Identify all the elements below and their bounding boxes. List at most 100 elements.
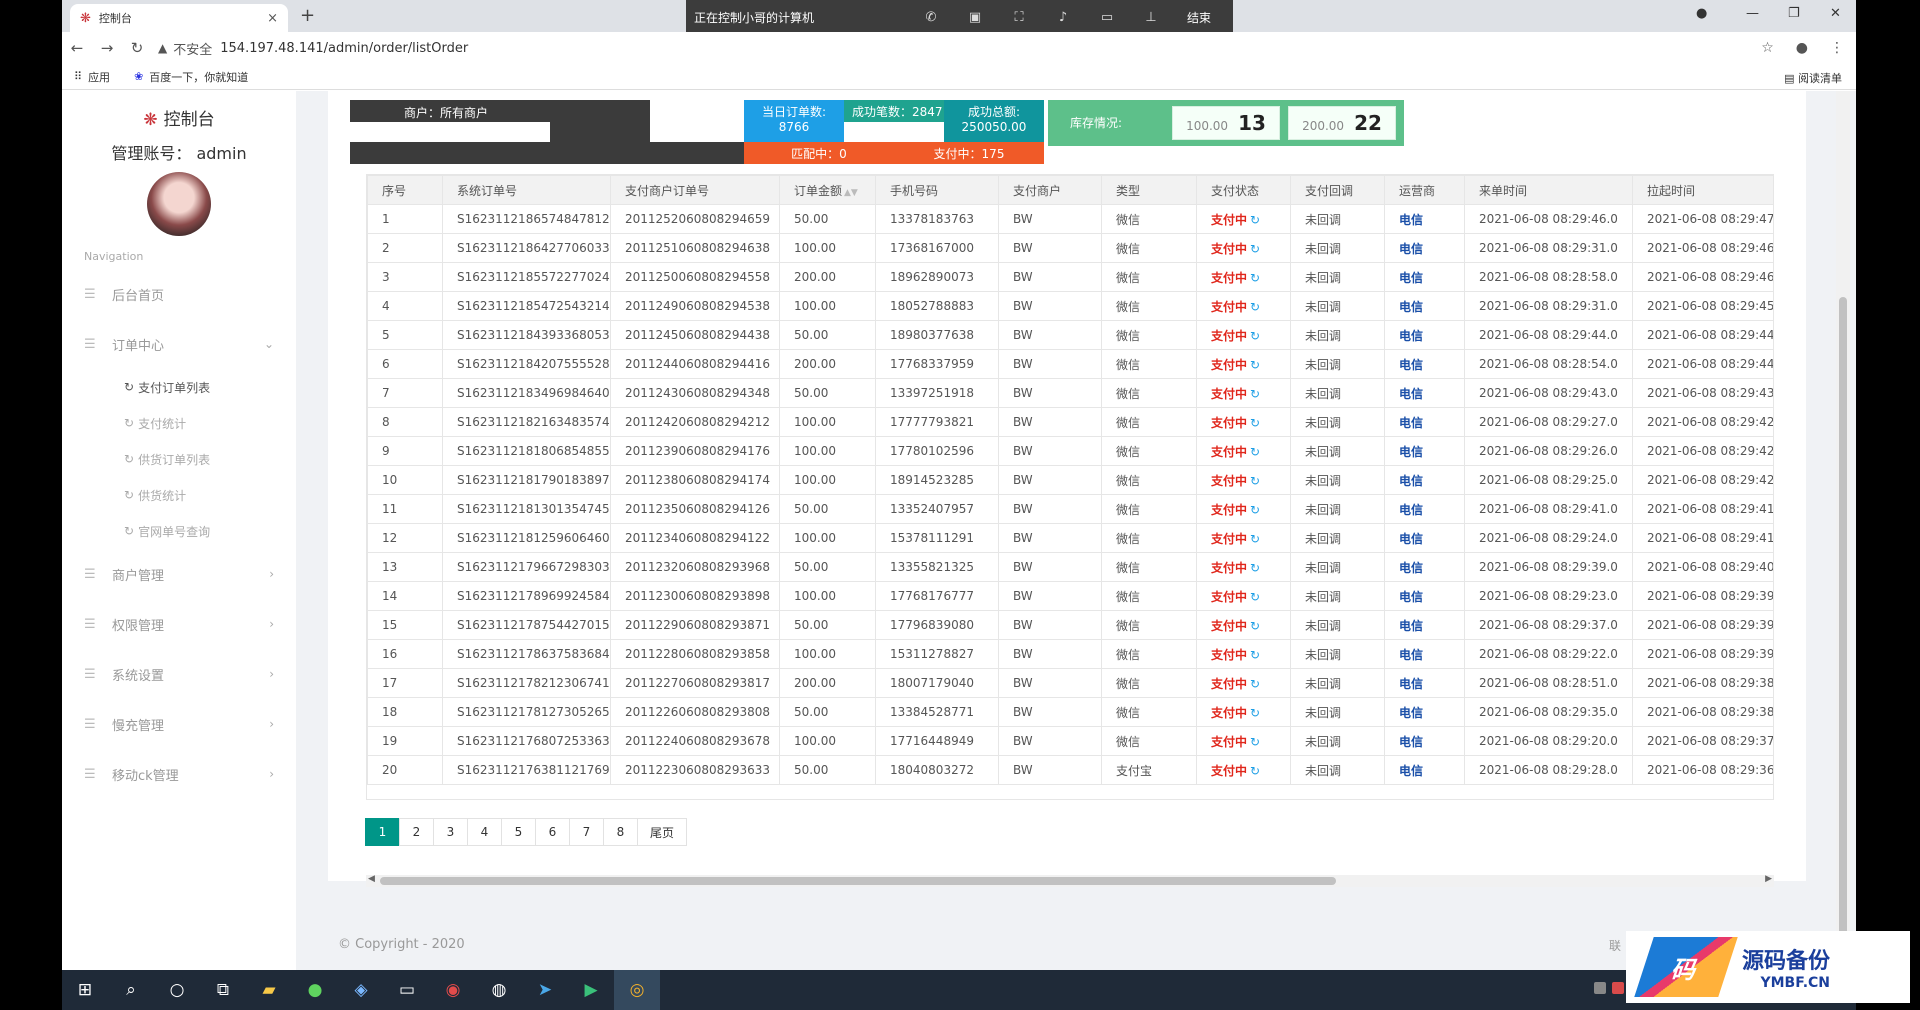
sidebar-item-orders[interactable]: ☰ 订单中心 ⌄ — [62, 319, 296, 369]
screen-icon[interactable]: ▭ — [1085, 10, 1129, 25]
vertical-scrollbar[interactable] — [1836, 91, 1850, 970]
page-button-1[interactable]: 1 — [365, 818, 400, 846]
sidebar-item-slow-charge[interactable]: ☰ 慢充管理 › — [62, 699, 296, 749]
volume-icon[interactable]: ♪ — [1041, 10, 1085, 25]
vertical-scroll-thumb[interactable] — [1839, 297, 1847, 937]
table-row[interactable]: 19 S1623112176807253363 201122406080829367… — [367, 726, 1773, 756]
table-row[interactable]: 15 S1623112178754427015 201122906080829387… — [367, 610, 1773, 640]
bookmark-apps[interactable]: ⠿ 应用 — [74, 69, 110, 85]
refresh-status-icon[interactable]: ↻ — [1250, 619, 1260, 633]
fullscreen-icon[interactable]: ⛶ — [997, 10, 1041, 25]
refresh-status-icon[interactable]: ↻ — [1250, 271, 1260, 285]
refresh-status-icon[interactable]: ↻ — [1250, 445, 1260, 459]
refresh-status-icon[interactable]: ↻ — [1250, 764, 1260, 778]
submenu-supply-order-list[interactable]: ↻ 供货订单列表 — [62, 441, 296, 477]
column-header[interactable]: 类型 — [1101, 175, 1197, 205]
reading-list[interactable]: ▤ 阅读清单 — [1784, 70, 1842, 86]
play-icon[interactable]: ▶ — [568, 970, 614, 1010]
submenu-pay-stats[interactable]: ↻ 支付统计 — [62, 405, 296, 441]
column-header[interactable]: 订单金额 ▲▼ — [779, 175, 876, 205]
refresh-status-icon[interactable]: ↻ — [1250, 648, 1260, 662]
page-button-6[interactable]: 6 — [535, 818, 570, 846]
bookmark-baidu[interactable]: ❀ 百度一下，你就知道 — [134, 69, 248, 85]
table-row[interactable]: 20 S1623112176381121769 201122306080829363… — [367, 755, 1773, 785]
scroll-right-icon[interactable]: ▶ — [1765, 874, 1772, 884]
refresh-status-icon[interactable]: ↻ — [1250, 213, 1260, 227]
refresh-status-icon[interactable]: ↻ — [1250, 590, 1260, 604]
back-icon[interactable]: ← — [62, 39, 92, 57]
tray-icon[interactable] — [1612, 982, 1624, 994]
last-page-button[interactable]: 尾页 — [637, 818, 687, 846]
restore-icon[interactable]: ❐ — [1788, 6, 1800, 21]
refresh-status-icon[interactable]: ↻ — [1250, 532, 1260, 546]
table-row[interactable]: 3 S1623112185572277024 2011250060808294558… — [367, 262, 1773, 292]
cortana-icon[interactable]: ○ — [154, 970, 200, 1010]
forward-icon[interactable]: → — [92, 39, 122, 57]
tray-icon[interactable] — [1594, 982, 1606, 994]
account-icon[interactable]: ● — [1796, 40, 1808, 56]
sidebar-item-settings[interactable]: ☰ 系统设置 › — [62, 649, 296, 699]
refresh-status-icon[interactable]: ↻ — [1250, 561, 1260, 575]
search-icon[interactable]: ⌕ — [108, 970, 154, 1010]
horizontal-scroll-thumb[interactable] — [380, 877, 1336, 885]
file-explorer-icon[interactable]: ▰ — [246, 970, 292, 1010]
ratio-icon[interactable]: ▣ — [953, 10, 997, 25]
table-row[interactable]: 5 S1623112184393368053 2011245060808294438… — [367, 320, 1773, 350]
refresh-status-icon[interactable]: ↻ — [1250, 474, 1260, 488]
end-remote-button[interactable]: 结束 — [1173, 9, 1225, 26]
chrome-icon[interactable]: ◎ — [614, 970, 660, 1010]
minimize-icon[interactable]: — — [1746, 6, 1759, 21]
column-header[interactable]: 支付商户 — [998, 175, 1102, 205]
table-row[interactable]: 9 S1623112181806854855 2011239060808294176… — [367, 436, 1773, 466]
telegram-icon[interactable]: ➤ — [522, 970, 568, 1010]
column-header[interactable]: 运营商 — [1384, 175, 1465, 205]
star-icon[interactable]: ☆ — [1761, 40, 1774, 56]
sidebar-item-permissions[interactable]: ☰ 权限管理 › — [62, 599, 296, 649]
pin-icon[interactable]: ⊥ — [1129, 10, 1173, 25]
qq-icon[interactable]: ◍ — [476, 970, 522, 1010]
page-button-8[interactable]: 8 — [603, 818, 638, 846]
sidebar-item-home[interactable]: ☰ 后台首页 — [62, 269, 296, 319]
menu-icon[interactable]: ⋮ — [1830, 40, 1844, 56]
column-header[interactable]: 手机号码 — [875, 175, 999, 205]
submenu-pay-order-list[interactable]: ↻ 支付订单列表 — [62, 369, 296, 405]
merchant-select[interactable] — [350, 122, 550, 144]
page-button-4[interactable]: 4 — [467, 818, 502, 846]
refresh-status-icon[interactable]: ↻ — [1250, 735, 1260, 749]
table-row[interactable]: 6 S1623112184207555528 2011244060808294416… — [367, 349, 1773, 379]
task-view-icon[interactable]: ⧉ — [200, 970, 246, 1010]
browser-tab[interactable]: ❋ 控制台 × — [70, 4, 288, 32]
column-header[interactable]: 拉起时间 — [1632, 175, 1773, 205]
refresh-status-icon[interactable]: ↻ — [1250, 329, 1260, 343]
sidebar-item-mobile-ck[interactable]: ☰ 移动ck管理 › — [62, 749, 296, 799]
reload-icon[interactable]: ↻ — [122, 39, 152, 57]
app-red-icon[interactable]: ◉ — [430, 970, 476, 1010]
table-row[interactable]: 10 S1623112181790183897 201123806080829417… — [367, 465, 1773, 495]
table-row[interactable]: 8 S1623112182163483574 2011242060808294212… — [367, 407, 1773, 437]
table-row[interactable]: 18 S1623112178127305265 201122606080829380… — [367, 697, 1773, 727]
phone-icon[interactable]: ✆ — [909, 10, 953, 25]
scroll-left-icon[interactable]: ◀ — [368, 874, 375, 884]
sort-icon[interactable]: ▲▼ — [844, 188, 858, 198]
table-row[interactable]: 16 S1623112178637583684 201122806080829385… — [367, 639, 1773, 669]
column-header[interactable]: 支付状态 — [1196, 175, 1291, 205]
page-button-3[interactable]: 3 — [433, 818, 468, 846]
column-header[interactable]: 序号 — [367, 175, 443, 205]
omnibox[interactable]: ▲ 不安全 154.197.48.141/admin/order/listOrd… — [158, 39, 468, 58]
tab-close-button[interactable]: × — [267, 11, 278, 26]
horizontal-scrollbar[interactable]: ◀ ▶ — [366, 874, 1774, 887]
table-row[interactable]: 2 S1623112186427706033 2011251060808294638… — [367, 233, 1773, 263]
submenu-order-lookup[interactable]: ↻ 官网单号查询 — [62, 513, 296, 549]
url-text[interactable]: 154.197.48.141/admin/order/listOrder — [220, 41, 468, 56]
submenu-supply-stats[interactable]: ↻ 供货统计 — [62, 477, 296, 513]
column-header[interactable]: 来单时间 — [1464, 175, 1633, 205]
table-row[interactable]: 1 S1623112186574847812 2011252060808294659… — [367, 204, 1773, 234]
avatar[interactable] — [147, 172, 211, 236]
new-tab-button[interactable]: + — [300, 5, 315, 26]
refresh-status-icon[interactable]: ↻ — [1250, 677, 1260, 691]
terminal-icon[interactable]: ▭ — [384, 970, 430, 1010]
refresh-status-icon[interactable]: ↻ — [1250, 503, 1260, 517]
refresh-status-icon[interactable]: ↻ — [1250, 358, 1260, 372]
page-button-7[interactable]: 7 — [569, 818, 604, 846]
column-header[interactable]: 支付商户订单号 — [610, 175, 780, 205]
